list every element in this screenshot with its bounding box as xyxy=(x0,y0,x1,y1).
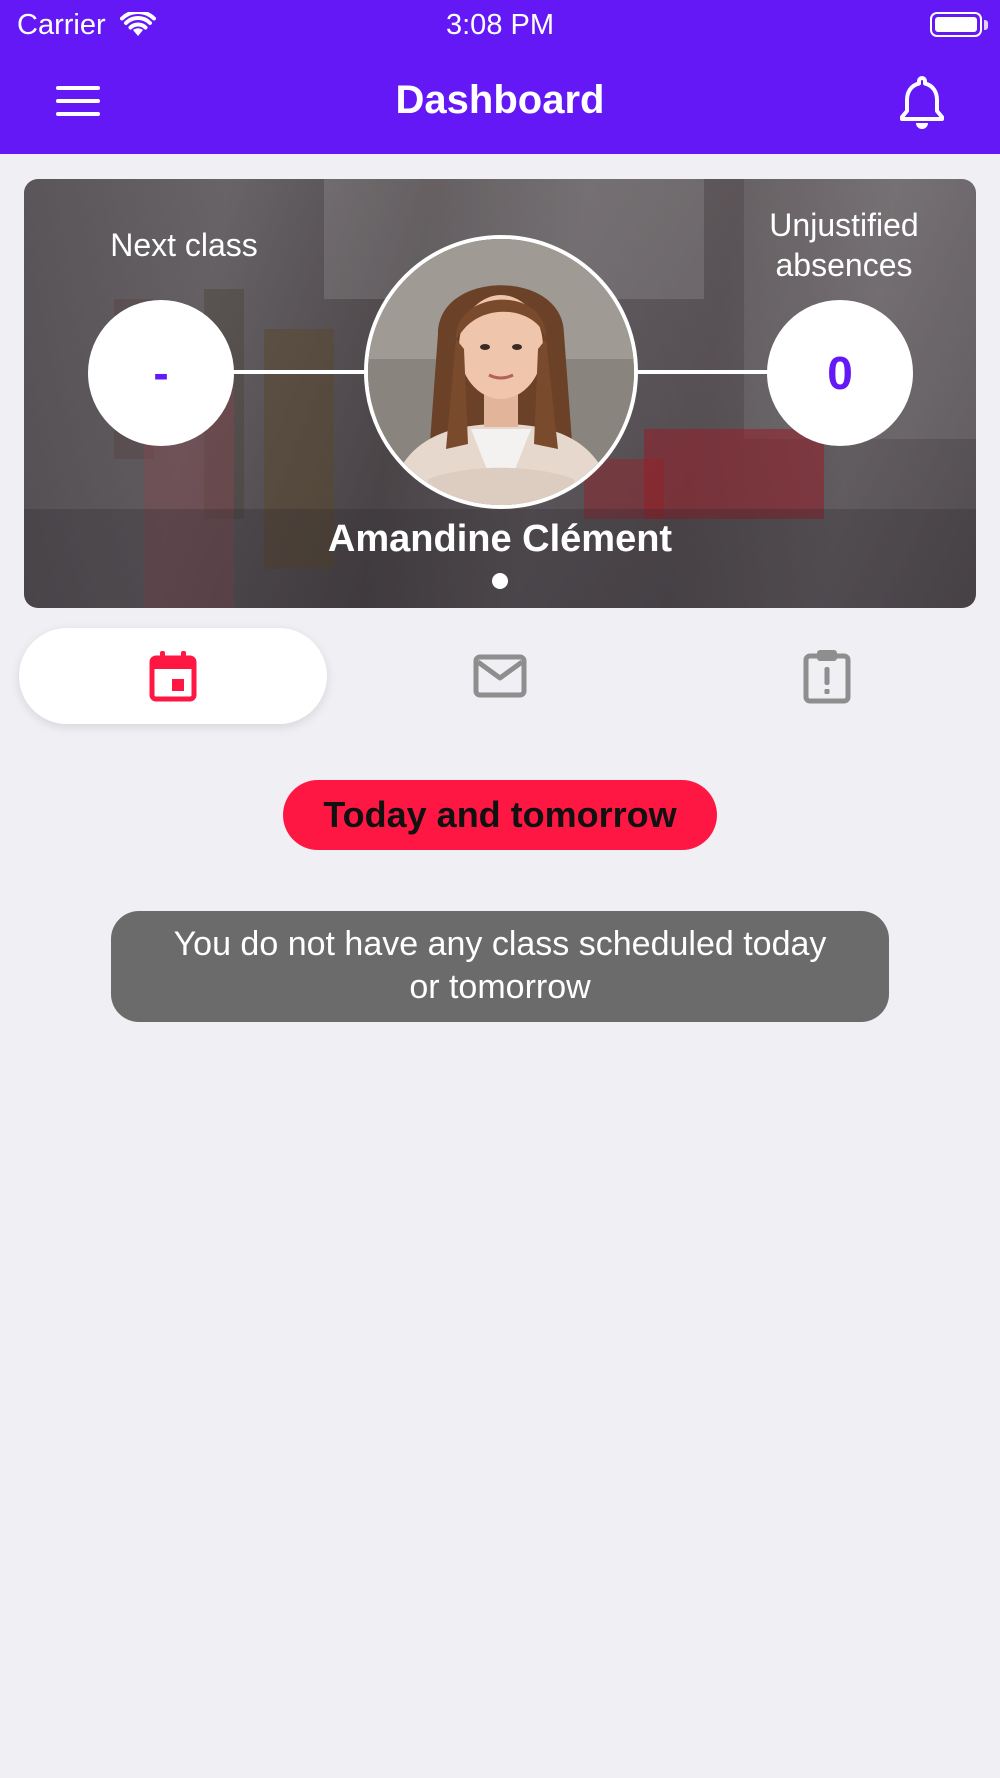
absences-label: Unjustified absences xyxy=(712,205,976,285)
clock: 3:08 PM xyxy=(446,9,554,41)
profile-name: Amandine Clément xyxy=(327,518,673,560)
empty-message-line2: or tomorrow xyxy=(409,968,591,1006)
tab-calendar[interactable] xyxy=(19,628,327,724)
calendar-icon xyxy=(149,651,197,702)
tab-messages[interactable] xyxy=(346,628,654,724)
avatar[interactable] xyxy=(364,235,638,509)
bell-icon[interactable] xyxy=(892,72,952,132)
absences-value[interactable]: 0 xyxy=(767,300,913,446)
absences-label-line2: absences xyxy=(775,247,913,283)
next-class-label: Next class xyxy=(110,227,258,263)
page-indicator-dot[interactable] xyxy=(492,573,508,589)
absences-label-line1: Unjustified xyxy=(769,207,919,243)
profile-card[interactable]: Next class - Unjustified absences 0 Aman… xyxy=(24,179,976,608)
next-class-value[interactable]: - xyxy=(88,300,234,446)
empty-message-line1: You do not have any class scheduled toda… xyxy=(173,925,827,963)
tab-absences[interactable] xyxy=(673,628,981,724)
battery-icon xyxy=(930,12,982,37)
mail-icon xyxy=(473,654,527,698)
navigation-bar: Dashboard xyxy=(0,50,1000,154)
app-screen: Carrier 3:08 PM Dashboard Next class - U… xyxy=(0,0,1000,1778)
section-title-today-tomorrow[interactable]: Today and tomorrow xyxy=(283,780,717,850)
clipboard-alert-icon xyxy=(803,650,851,704)
status-bar: Carrier 3:08 PM xyxy=(0,0,1000,50)
empty-schedule-message: You do not have any class scheduled toda… xyxy=(111,911,889,1022)
page-title: Dashboard xyxy=(395,78,605,122)
battery-tip xyxy=(984,20,988,30)
